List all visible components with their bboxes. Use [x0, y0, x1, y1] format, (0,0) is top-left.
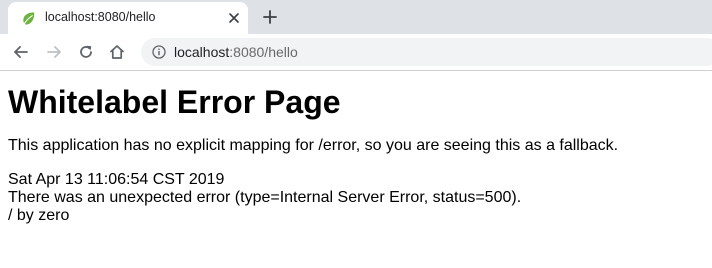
spring-leaf-icon	[23, 12, 35, 25]
new-tab-plus-icon[interactable]	[262, 9, 278, 25]
url-host: localhost	[174, 44, 230, 60]
url-path: :8080/hello	[229, 44, 298, 60]
close-icon[interactable]	[227, 11, 241, 25]
tab-active[interactable]: localhost:8080/hello	[8, 2, 248, 34]
exception-message: / by zero	[8, 207, 70, 224]
page-title: Whitelabel Error Page	[8, 84, 341, 120]
tab-title: localhost:8080/hello	[45, 10, 156, 24]
forward-arrow-icon[interactable]	[45, 43, 63, 61]
browser-toolbar: localhost:8080/hello	[0, 34, 712, 71]
error-description: There was an unexpected error (type=Inte…	[8, 189, 522, 206]
back-arrow-icon[interactable]	[12, 43, 30, 61]
page-content: Whitelabel Error Page This application h…	[8, 71, 708, 225]
url-text[interactable]: localhost:8080/hello	[174, 44, 298, 60]
error-message: This application has no explicit mapping…	[8, 137, 619, 154]
error-details: Sat Apr 13 11:06:54 CST 2019 There was a…	[8, 171, 708, 225]
tab-strip: localhost:8080/hello	[0, 0, 712, 34]
reload-icon[interactable]	[77, 43, 95, 61]
info-icon[interactable]	[152, 45, 166, 59]
error-timestamp: Sat Apr 13 11:06:54 CST 2019	[8, 171, 225, 188]
home-icon[interactable]	[108, 43, 126, 61]
address-bar[interactable]: localhost:8080/hello	[141, 38, 712, 66]
